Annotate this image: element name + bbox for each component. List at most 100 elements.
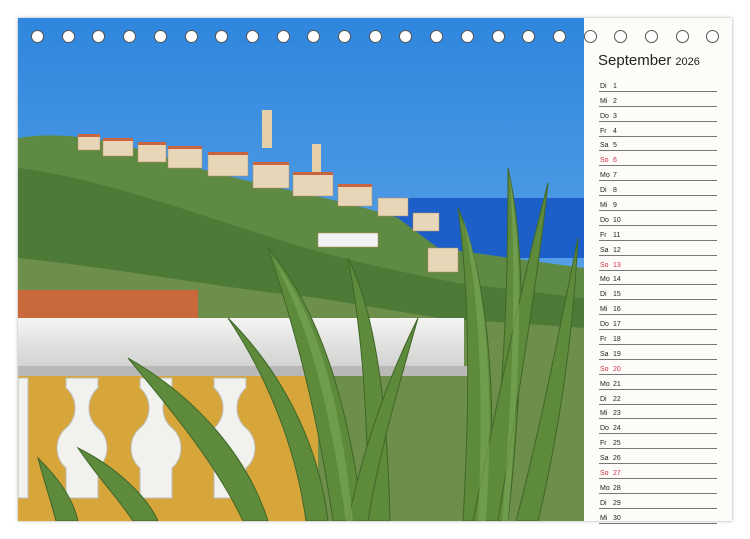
landscape-photo: [18, 18, 584, 521]
day-row: Do 17: [599, 315, 717, 331]
binding-ring: [276, 30, 290, 43]
weekday-label: Sa: [600, 455, 609, 463]
day-row: Fr 25: [599, 434, 717, 450]
year-label: 2026: [675, 56, 700, 68]
day-number: 2: [613, 97, 617, 105]
day-list: Di 1 Mi 2 Do 3 Fr 4 Sa 5 So 6 Mo 7 Di 8 Mi 9 Do 10 Fr 11 Sa 12 S…: [599, 77, 717, 524]
binding-ring: [61, 30, 75, 43]
binding-ring: [245, 30, 259, 43]
day-number: 5: [613, 142, 617, 150]
binding-ring: [399, 30, 413, 43]
day-number: 19: [613, 350, 621, 358]
day-number: 29: [613, 499, 621, 507]
day-number: 3: [613, 112, 617, 120]
weekday-label: Fr: [600, 440, 607, 448]
day-row: Sa 19: [599, 345, 717, 360]
binding-ring: [123, 30, 137, 43]
binding-ring: [368, 30, 382, 43]
day-number: 15: [613, 291, 621, 299]
day-row: Di 22: [599, 390, 717, 405]
day-number: 20: [613, 365, 621, 373]
day-number: 13: [613, 261, 621, 269]
weekday-label: So: [600, 470, 609, 478]
day-number: 23: [613, 410, 621, 418]
calendar-panel: September 2026 Di 1 Mi 2 Do 3 Fr 4 Sa 5 So 6 Mo 7 Di 8 Mi…: [584, 18, 732, 524]
day-number: 7: [613, 172, 617, 180]
weekday-label: Mo: [600, 484, 610, 492]
day-row: So 20: [599, 360, 717, 375]
day-row: Sa 5: [599, 137, 717, 152]
weekday-label: So: [600, 157, 609, 165]
binding-ring: [522, 30, 536, 43]
calendar-page: September 2026 Di 1 Mi 2 Do 3 Fr 4 Sa 5 So 6 Mo 7 Di 8 Mi…: [18, 18, 732, 524]
weekday-label: Fr: [600, 336, 607, 344]
day-row: Fr 11: [599, 226, 717, 241]
day-row: Do 24: [599, 419, 717, 435]
weekday-label: Do: [600, 321, 609, 329]
binding-ring: [31, 30, 44, 43]
day-number: 11: [613, 231, 621, 239]
day-row: Mi 16: [599, 300, 717, 316]
day-number: 6: [613, 157, 617, 165]
day-row: So 27: [599, 464, 717, 480]
weekday-label: Do: [600, 216, 609, 224]
binding-ring: [153, 30, 167, 43]
weekday-label: Mi: [600, 514, 608, 522]
day-number: 30: [613, 514, 621, 522]
day-row: Mi 2: [599, 92, 717, 107]
day-row: Mi 30: [599, 509, 717, 524]
day-row: Sa 12: [599, 241, 717, 256]
day-number: 22: [613, 395, 621, 403]
day-number: 17: [613, 321, 621, 329]
day-number: 21: [613, 380, 621, 388]
day-row: Fr 18: [599, 330, 717, 346]
day-row: Mo 14: [599, 271, 717, 286]
weekday-label: Di: [600, 291, 607, 299]
day-row: Do 3: [599, 107, 717, 122]
day-row: So 6: [599, 151, 717, 167]
weekday-label: Mi: [600, 97, 608, 105]
day-number: 9: [613, 202, 617, 210]
weekday-label: Di: [600, 395, 607, 403]
day-row: Mo 21: [599, 375, 717, 390]
weekday-label: Fr: [600, 231, 607, 239]
weekday-label: Di: [600, 499, 607, 507]
day-number: 16: [613, 306, 621, 314]
day-number: 28: [613, 484, 621, 492]
day-row: Di 1: [599, 77, 717, 92]
day-row: Di 15: [599, 285, 717, 301]
weekday-label: Mi: [600, 410, 608, 418]
binding-ring: [215, 30, 229, 43]
weekday-label: Do: [600, 112, 609, 120]
weekday-label: Di: [600, 82, 607, 90]
binding-ring: [491, 30, 505, 43]
weekday-label: Do: [600, 425, 609, 433]
day-number: 24: [613, 425, 621, 433]
day-number: 18: [613, 336, 621, 344]
day-row: Mo 7: [599, 166, 717, 182]
day-number: 26: [613, 455, 621, 463]
day-number: 12: [613, 246, 621, 254]
binding-ring: [460, 30, 474, 43]
binding-ring: [307, 30, 321, 43]
day-row: Di 8: [599, 181, 717, 197]
weekday-label: Mo: [600, 380, 610, 388]
weekday-label: So: [600, 261, 609, 269]
binding-ring: [552, 30, 566, 43]
binding-ring: [184, 30, 198, 43]
day-row: Di 29: [599, 494, 717, 509]
weekday-label: Mo: [600, 172, 610, 180]
weekday-label: Fr: [600, 127, 607, 135]
day-number: 4: [613, 127, 617, 135]
day-row: Mi 9: [599, 196, 717, 212]
weekday-label: Mi: [600, 306, 608, 314]
day-row: Do 10: [599, 211, 717, 226]
weekday-label: Sa: [600, 350, 609, 358]
day-number: 27: [613, 470, 621, 478]
day-row: So 13: [599, 256, 717, 271]
day-number: 25: [613, 440, 621, 448]
binding-ring: [430, 30, 444, 43]
weekday-label: Di: [600, 187, 607, 195]
month-title: September 2026: [598, 52, 700, 70]
weekday-label: Sa: [600, 142, 609, 150]
